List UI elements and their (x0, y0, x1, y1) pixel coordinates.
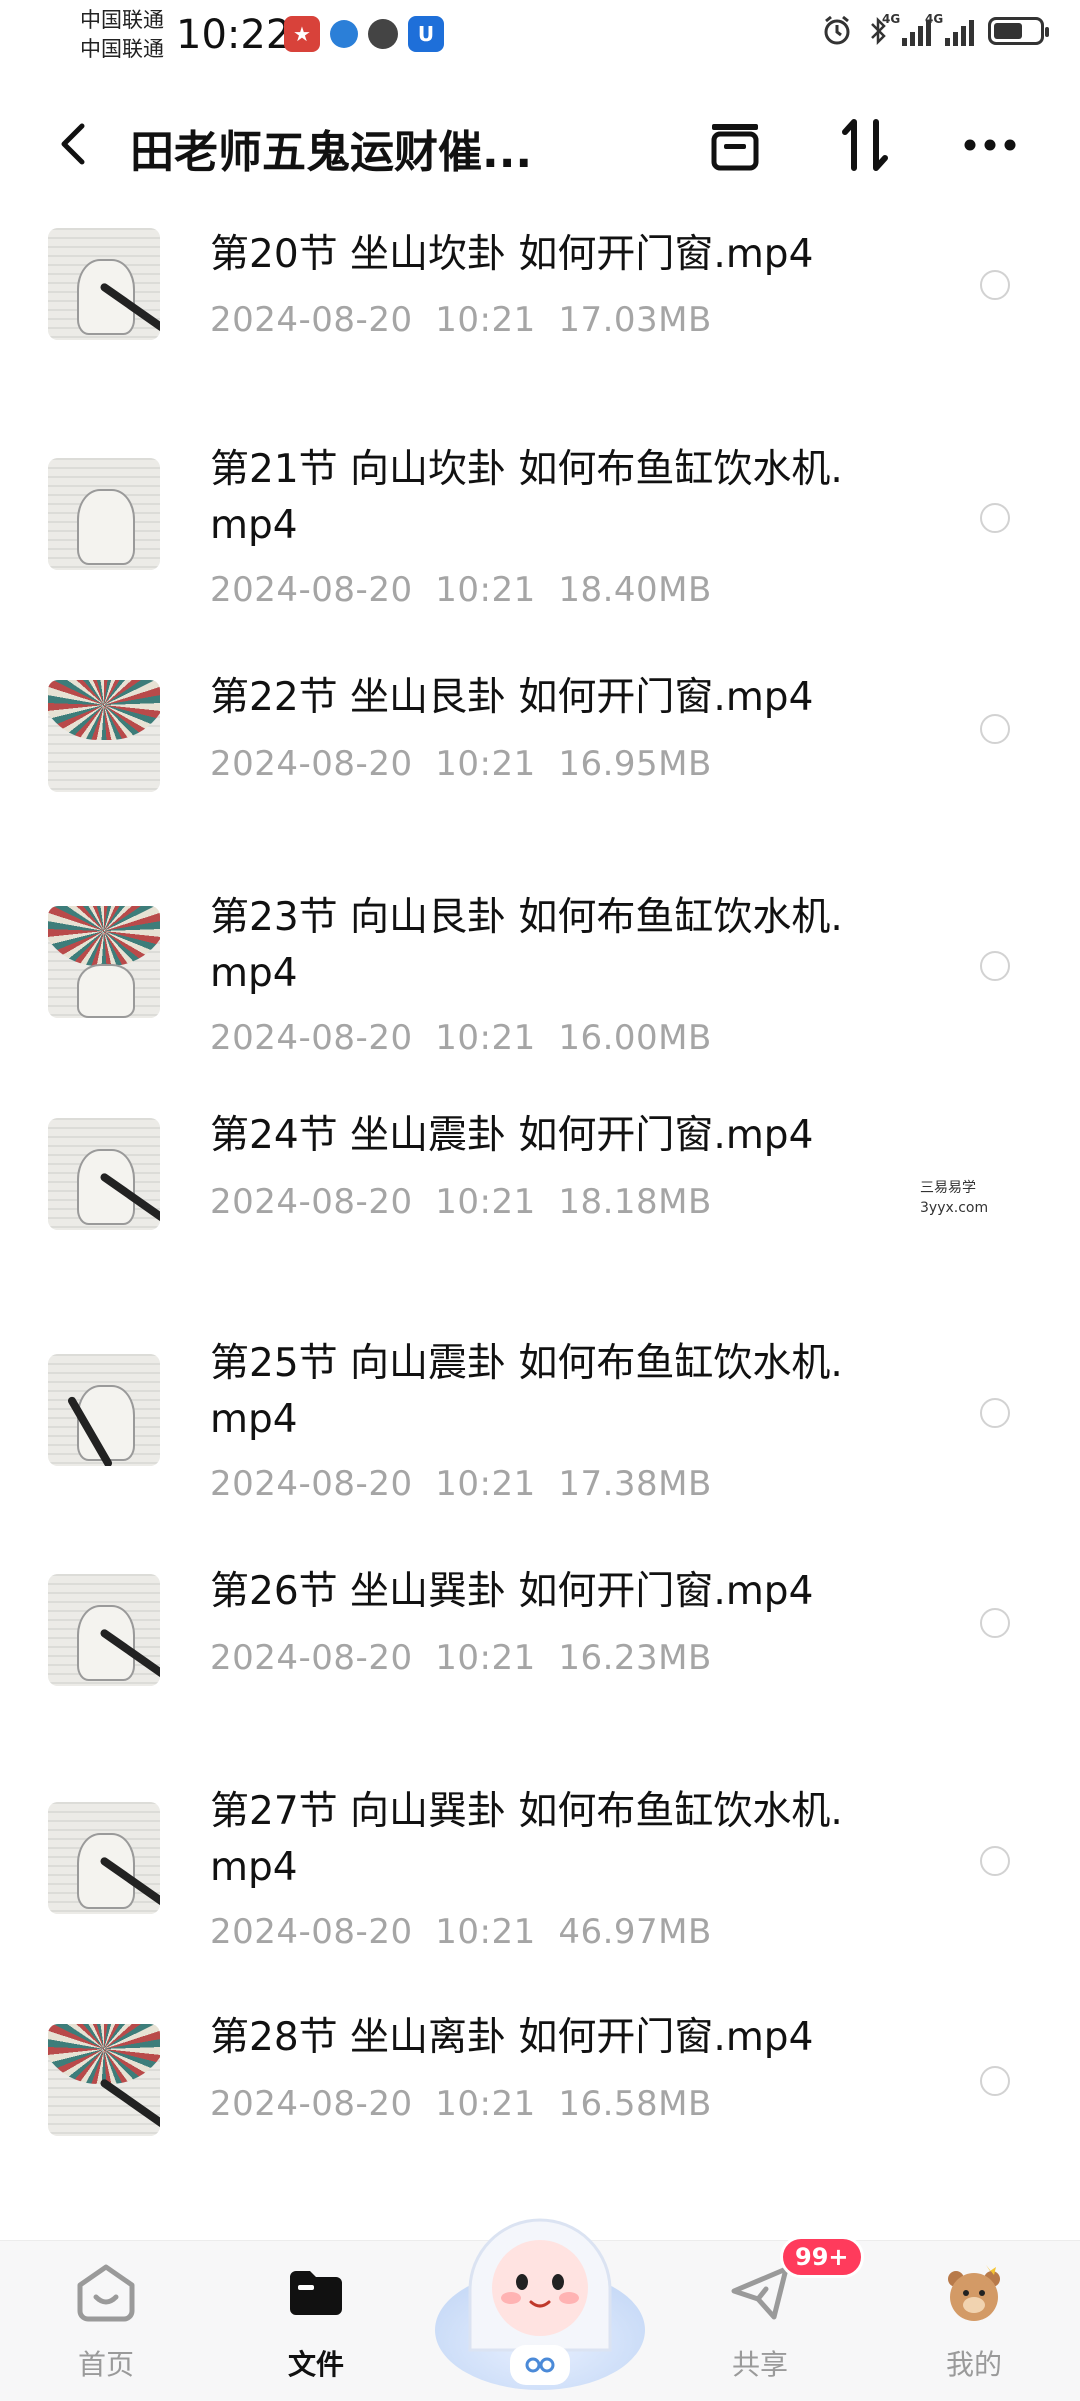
nav-files-label: 文件 (287, 2348, 344, 2381)
bear-avatar-icon (948, 2265, 1000, 2321)
video-thumbnail (48, 1354, 160, 1466)
file-name: 第20节 坐山坎卦 如何开门窗.mp4 (210, 232, 814, 277)
nav-share[interactable]: 共享 (690, 2261, 830, 2383)
paper-plane-icon (731, 2266, 789, 2320)
battery-icon (988, 17, 1049, 45)
shield-notification-icon (368, 19, 398, 49)
sort-icon[interactable] (830, 110, 900, 180)
share-notification-badge: 99+ (780, 2236, 864, 2278)
video-thumbnail (48, 458, 160, 570)
select-radio[interactable] (980, 1398, 1010, 1428)
file-row[interactable]: 第22节 坐山艮卦 如何开门窗.mp4 2024-08-20 10:21 16.… (0, 660, 1080, 878)
video-thumbnail (48, 2024, 160, 2136)
file-row[interactable]: 第27节 向山巽卦 如何布鱼缸饮水机.mp4 2024-08-20 10:21 … (0, 1774, 1080, 2010)
signal-strength-2-icon: 4G (925, 12, 974, 46)
watermark: 三易易学 3yyx.com (920, 1180, 989, 1216)
nav-files[interactable]: 文件 (246, 2261, 386, 2383)
select-radio[interactable] (980, 503, 1010, 533)
nav-home-label: 首页 (77, 2348, 134, 2381)
file-row[interactable]: 第23节 向山艮卦 如何布鱼缸饮水机.mp4 2024-08-20 10:21 … (0, 878, 1080, 1108)
select-radio[interactable] (980, 1608, 1010, 1638)
file-meta: 2024-08-20 10:21 17.03MB (210, 300, 712, 340)
nav-share-label: 共享 (731, 2348, 788, 2381)
file-name: 第25节 向山震卦 如何布鱼缸饮水机.mp4 (210, 1341, 843, 1442)
video-thumbnail (48, 1118, 160, 1230)
file-list: 第20节 坐山坎卦 如何开门窗.mp4 2024-08-20 10:21 17.… (0, 210, 1080, 2210)
top-app-bar: 田老师五鬼运财催... (0, 96, 1080, 192)
assistant-mascot-button[interactable] (425, 2170, 655, 2400)
select-radio[interactable] (980, 1846, 1010, 1876)
select-radio[interactable] (980, 714, 1010, 744)
file-row[interactable]: 第26节 坐山巽卦 如何开门窗.mp4 2024-08-20 10:21 16.… (0, 1554, 1080, 1774)
file-meta: 2024-08-20 10:21 18.40MB (210, 570, 712, 610)
home-icon (77, 2264, 135, 2322)
file-meta: 2024-08-20 10:21 46.97MB (210, 1912, 712, 1952)
video-thumbnail (48, 1574, 160, 1686)
carrier-1: 中国联通 (80, 8, 164, 32)
app-notification-icon: ★ (284, 16, 320, 52)
file-meta: 2024-08-20 10:21 18.18MB (210, 1182, 712, 1222)
video-thumbnail (48, 680, 160, 792)
system-status-icons: 4G 4G (820, 12, 1049, 48)
more-options-icon[interactable] (955, 110, 1025, 180)
video-thumbnail (48, 228, 160, 340)
file-meta: 2024-08-20 10:21 17.38MB (210, 1464, 712, 1504)
file-row[interactable]: 第20节 坐山坎卦 如何开门窗.mp4 2024-08-20 10:21 17.… (0, 210, 1080, 430)
archive-box-icon[interactable] (700, 110, 770, 180)
video-thumbnail (48, 906, 160, 1018)
file-meta: 2024-08-20 10:21 16.23MB (210, 1638, 712, 1678)
file-row[interactable]: 第25节 向山震卦 如何布鱼缸饮水机.mp4 2024-08-20 10:21 … (0, 1318, 1080, 1554)
notification-icons: ★ U (284, 16, 444, 52)
folder-icon (290, 2271, 342, 2315)
nav-mine-label: 我的 (945, 2348, 1002, 2381)
file-name: 第22节 坐山艮卦 如何开门窗.mp4 (210, 675, 814, 720)
file-meta: 2024-08-20 10:21 16.95MB (210, 744, 712, 784)
file-name: 第26节 坐山巽卦 如何开门窗.mp4 (210, 1569, 814, 1614)
nav-mine[interactable]: 我的 (904, 2261, 1044, 2383)
select-radio[interactable] (980, 2066, 1010, 2096)
file-row[interactable]: 第24节 坐山震卦 如何开门窗.mp4 2024-08-20 10:21 18.… (0, 1108, 1080, 1318)
file-name: 第28节 坐山离卦 如何开门窗.mp4 (210, 2015, 814, 2060)
file-name: 第24节 坐山震卦 如何开门窗.mp4 (210, 1113, 814, 1158)
file-meta: 2024-08-20 10:21 16.58MB (210, 2084, 712, 2124)
select-radio[interactable] (980, 270, 1010, 300)
carrier-2: 中国联通 (80, 37, 164, 61)
clock: 10:22 (176, 12, 292, 58)
app-notification-icon-2: U (408, 16, 444, 52)
browser-notification-icon (330, 20, 358, 48)
file-row[interactable]: 第21节 向山坎卦 如何布鱼缸饮水机.mp4 2024-08-20 10:21 … (0, 430, 1080, 660)
back-arrow-icon[interactable] (48, 116, 104, 172)
carrier-labels: 中国联通 中国联通 (80, 6, 164, 64)
alarm-icon (824, 15, 850, 45)
status-bar: 中国联通 中国联通 10:22 ★ U 4G 4G (0, 0, 1080, 80)
file-name: 第23节 向山艮卦 如何布鱼缸饮水机.mp4 (210, 895, 843, 996)
folder-title: 田老师五鬼运财催... (130, 127, 533, 178)
video-thumbnail (48, 1802, 160, 1914)
select-radio[interactable] (980, 951, 1010, 981)
file-meta: 2024-08-20 10:21 16.00MB (210, 1018, 712, 1058)
nav-home[interactable]: 首页 (36, 2261, 176, 2383)
file-name: 第21节 向山坎卦 如何布鱼缸饮水机.mp4 (210, 447, 843, 548)
file-name: 第27节 向山巽卦 如何布鱼缸饮水机.mp4 (210, 1789, 843, 1890)
